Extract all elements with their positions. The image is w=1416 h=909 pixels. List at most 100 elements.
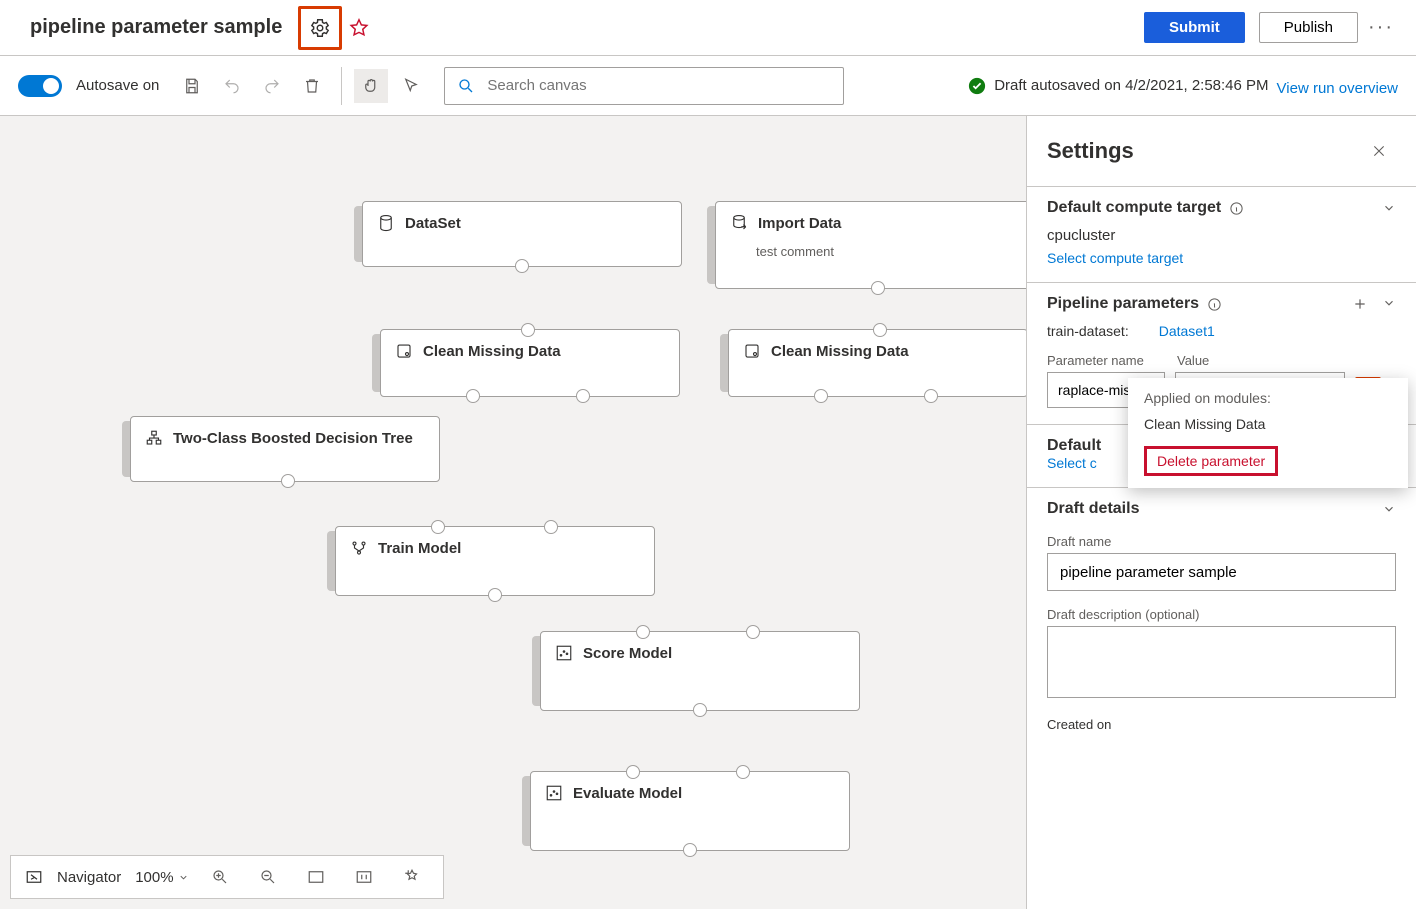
- navigator-label[interactable]: Navigator: [57, 869, 121, 886]
- zoom-level[interactable]: 100%: [135, 869, 189, 886]
- page-title: pipeline parameter sample: [30, 16, 282, 39]
- node-label: Clean Missing Data: [771, 343, 909, 360]
- more-button[interactable]: ···: [1364, 11, 1398, 45]
- toolbar-separator: [341, 67, 342, 105]
- zoom-in-icon: [211, 868, 229, 886]
- delete-button[interactable]: [295, 69, 329, 103]
- node-clean-missing-data-2[interactable]: Clean Missing Data: [728, 329, 1028, 397]
- save-icon: [183, 77, 201, 95]
- gear-icon: [309, 17, 331, 39]
- node-comment: test comment: [716, 244, 1034, 271]
- pan-tool-button[interactable]: [354, 69, 388, 103]
- select-compute-link[interactable]: Select compute target: [1047, 250, 1183, 266]
- param-name-label: Parameter name: [1047, 353, 1157, 368]
- zoom-out-button[interactable]: [251, 860, 285, 894]
- param-context-menu: Applied on modules: Clean Missing Data D…: [1128, 378, 1408, 488]
- one-to-one-icon: [355, 868, 373, 886]
- param-row-key: train-dataset:: [1047, 323, 1129, 339]
- canvas-toolbar: Navigator 100%: [10, 855, 444, 899]
- auto-layout-icon: [403, 868, 421, 886]
- select-link-partial[interactable]: Select c: [1047, 455, 1097, 471]
- popup-header: Applied on modules:: [1144, 390, 1392, 406]
- node-label: Score Model: [583, 645, 672, 662]
- draft-name-label: Draft name: [1047, 534, 1396, 549]
- param-value-label: Value: [1177, 353, 1209, 368]
- chevron-down-icon[interactable]: [1382, 296, 1396, 310]
- draft-desc-label: Draft description (optional): [1047, 607, 1396, 622]
- node-label: DataSet: [405, 215, 461, 232]
- compute-target-name: cpucluster: [1047, 227, 1396, 244]
- node-dataset[interactable]: DataSet: [362, 201, 682, 267]
- draft-name-input[interactable]: [1047, 553, 1396, 591]
- navigator-icon: [25, 868, 43, 886]
- trash-icon: [303, 77, 321, 95]
- publish-button[interactable]: Publish: [1259, 12, 1358, 43]
- node-train-model[interactable]: Train Model: [335, 526, 655, 596]
- info-icon: [1207, 297, 1222, 312]
- params-section-title: Pipeline parameters: [1047, 295, 1199, 313]
- node-label: Two-Class Boosted Decision Tree: [173, 430, 413, 447]
- select-tool-button[interactable]: [394, 69, 428, 103]
- close-icon: [1371, 143, 1387, 159]
- fit-icon: [307, 868, 325, 886]
- search-canvas-box[interactable]: [444, 67, 844, 105]
- settings-gear-button[interactable]: [303, 11, 337, 45]
- run-overview-link[interactable]: View run overview: [1277, 80, 1398, 97]
- module-icon: [743, 342, 761, 360]
- node-label: Evaluate Model: [573, 785, 682, 802]
- node-evaluate-model[interactable]: Evaluate Model: [530, 771, 850, 851]
- autosave-label: Autosave on: [76, 77, 159, 94]
- settings-gear-highlight: [298, 6, 342, 50]
- add-icon[interactable]: [1352, 296, 1368, 312]
- hand-icon: [362, 77, 380, 95]
- fit-screen-button[interactable]: [299, 860, 333, 894]
- draft-section-title: Draft details: [1047, 500, 1139, 518]
- train-icon: [350, 539, 368, 557]
- database-icon: [377, 214, 395, 232]
- score-icon: [555, 644, 573, 662]
- redo-button[interactable]: [255, 69, 289, 103]
- search-canvas-input[interactable]: [485, 76, 831, 95]
- autosave-toggle[interactable]: [18, 75, 62, 97]
- chevron-down-icon[interactable]: [1382, 502, 1396, 516]
- draft-desc-input[interactable]: [1047, 626, 1396, 698]
- evaluate-icon: [545, 784, 563, 802]
- section-title-partial: Default: [1047, 437, 1101, 455]
- tree-icon: [145, 429, 163, 447]
- autosave-status-text: Draft autosaved on 4/2/2021, 2:58:46 PM: [994, 77, 1268, 94]
- compute-section-title: Default compute target: [1047, 199, 1221, 217]
- node-boosted-decision-tree[interactable]: Two-Class Boosted Decision Tree: [130, 416, 440, 482]
- info-icon: [1229, 201, 1244, 216]
- undo-icon: [223, 77, 241, 95]
- search-icon: [457, 77, 475, 95]
- settings-title: Settings: [1047, 138, 1134, 164]
- submit-button[interactable]: Submit: [1144, 12, 1245, 43]
- node-score-model[interactable]: Score Model: [540, 631, 860, 711]
- save-button[interactable]: [175, 69, 209, 103]
- chevron-down-icon[interactable]: [1382, 201, 1396, 215]
- favorite-button[interactable]: [342, 11, 376, 45]
- actual-size-button[interactable]: [347, 860, 381, 894]
- undo-button[interactable]: [215, 69, 249, 103]
- cursor-icon: [402, 77, 420, 95]
- settings-panel: Settings Default compute target cpuclust…: [1026, 116, 1416, 909]
- zoom-in-button[interactable]: [203, 860, 237, 894]
- close-panel-button[interactable]: [1362, 134, 1396, 168]
- zoom-out-icon: [259, 868, 277, 886]
- delete-parameter-button[interactable]: Delete parameter: [1144, 446, 1278, 476]
- popup-module-item[interactable]: Clean Missing Data: [1144, 416, 1392, 432]
- created-on-label: Created on: [1047, 717, 1396, 732]
- node-label: Import Data: [758, 215, 841, 232]
- import-icon: [730, 214, 748, 232]
- status-ok-icon: [968, 77, 986, 95]
- node-label: Clean Missing Data: [423, 343, 561, 360]
- module-icon: [395, 342, 413, 360]
- node-import-data[interactable]: Import Data test comment: [715, 201, 1035, 289]
- redo-icon: [263, 77, 281, 95]
- connection-wires: [0, 116, 300, 266]
- chevron-down-icon: [178, 872, 189, 883]
- param-row-value[interactable]: Dataset1: [1159, 323, 1215, 339]
- node-clean-missing-data-1[interactable]: Clean Missing Data: [380, 329, 680, 397]
- star-icon: [348, 17, 370, 39]
- auto-layout-button[interactable]: [395, 860, 429, 894]
